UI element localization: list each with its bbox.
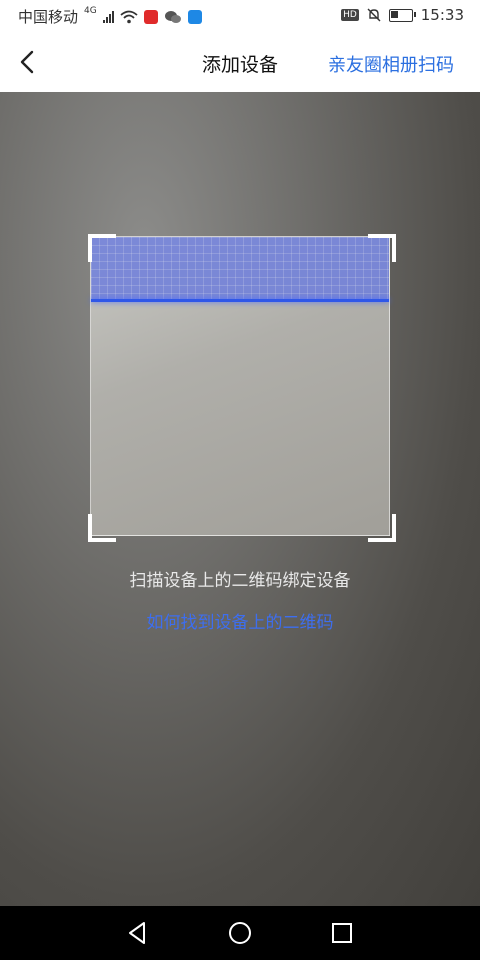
home-circle-icon[interactable]: [226, 919, 254, 947]
add-device-screen: 中国移动 4G HD 15:33 添加设备 亲友圈相册扫码 扫描设备上的二维码绑…: [0, 0, 480, 960]
hd-badge: HD: [341, 9, 359, 21]
scan-hint-text: 扫描设备上的二维码绑定设备: [129, 571, 351, 591]
mute-bell-icon: [367, 8, 381, 22]
scan-corner-bottom-right: [368, 514, 396, 542]
scan-grid-band: [91, 237, 389, 299]
clock: 15:33: [420, 6, 464, 24]
system-nav-bar: [0, 906, 480, 960]
battery-level: [390, 10, 398, 18]
back-triangle-icon[interactable]: [124, 919, 152, 947]
signal-icon: [102, 10, 114, 23]
header-bar: 添加设备 亲友圈相册扫码: [0, 32, 480, 93]
camera-preview: 扫描设备上的二维码绑定设备 如何找到设备上的二维码: [0, 92, 480, 906]
video-app-icon: [143, 9, 158, 24]
family-album-scan-button[interactable]: 亲友圈相册扫码: [328, 51, 454, 77]
status-bar: 中国移动 4G HD 15:33: [0, 0, 480, 32]
network-type: 4G: [84, 5, 97, 16]
scan-frame: [90, 236, 390, 536]
location-app-icon: [187, 9, 202, 24]
status-right: HD 15:33: [341, 6, 464, 24]
scan-line: [91, 299, 389, 302]
wifi-icon: [120, 10, 138, 23]
recents-square-icon[interactable]: [328, 919, 356, 947]
scan-corner-bottom-left: [88, 514, 116, 542]
scan-corner-top-right: [368, 234, 396, 262]
carrier-label: 中国移动: [18, 8, 79, 26]
battery-icon: [388, 8, 416, 22]
scan-corner-top-left: [88, 234, 116, 262]
wechat-icon: [164, 10, 181, 23]
find-qr-help-link[interactable]: 如何找到设备上的二维码: [0, 608, 480, 633]
status-left: 中国移动 4G: [18, 6, 202, 27]
